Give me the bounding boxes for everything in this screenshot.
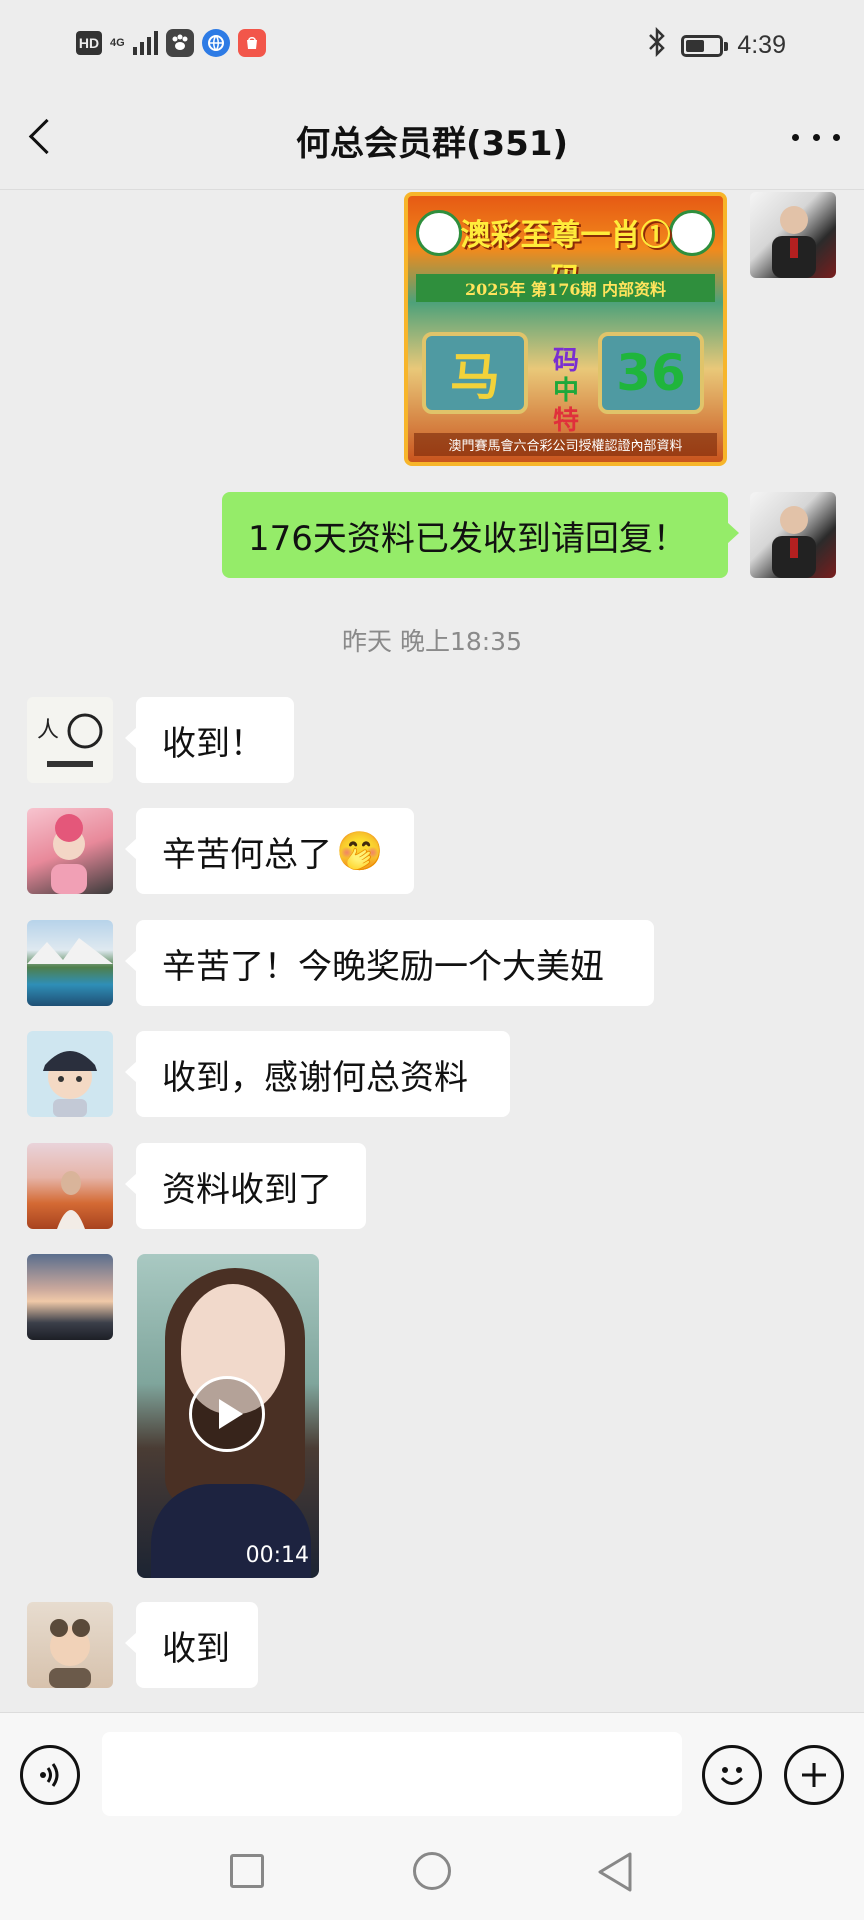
message-text: 收到 xyxy=(162,1628,230,1669)
message-timestamp: 昨天 晚上18:35 xyxy=(342,627,522,656)
system-nav-bar xyxy=(0,1816,864,1920)
avatar-member[interactable] xyxy=(27,808,113,894)
image-middle-char: 特 xyxy=(552,406,579,436)
emoji-icon: 🤭 xyxy=(336,828,384,873)
input-bar xyxy=(0,1712,864,1816)
image-middle-char: 码 xyxy=(552,346,579,376)
message-text: 辛苦何总了 xyxy=(162,834,332,875)
image-right-panel: 36 xyxy=(598,332,704,414)
outgoing-message-bubble[interactable]: 176天资料已发收到请回复！ xyxy=(222,492,739,578)
incoming-message-bubble[interactable]: 辛苦了！今晚奖励一个大美妞 xyxy=(125,920,654,1006)
incoming-message-bubble[interactable]: 辛苦何总了 🤭 xyxy=(125,808,414,894)
video-message[interactable]: 00:14 xyxy=(137,1254,319,1578)
avatar-member[interactable]: 人 xyxy=(27,697,113,783)
more-dots-icon xyxy=(792,133,799,141)
svg-text:人: 人 xyxy=(37,718,59,743)
plus-icon xyxy=(802,1763,826,1787)
image-middle-char: 中 xyxy=(552,376,579,406)
shop-app-icon xyxy=(237,29,266,57)
message-text: 收到！ xyxy=(162,723,264,764)
avatar-member[interactable] xyxy=(27,1143,113,1229)
image-band: 2025年 第176期 内部资料 xyxy=(416,274,715,302)
emoji-button[interactable] xyxy=(702,1745,762,1805)
paw-app-icon xyxy=(165,29,194,57)
image-left-panel: 马 xyxy=(422,332,528,414)
image-middle-text: 码 中 特 xyxy=(548,346,584,436)
avatar-member[interactable] xyxy=(27,920,113,1006)
signal-icon xyxy=(132,31,158,55)
emoji-icon xyxy=(720,1767,744,1785)
home-button[interactable] xyxy=(413,1852,451,1890)
battery-icon xyxy=(681,34,729,57)
more-options-button[interactable] xyxy=(792,122,840,152)
chat-header: 何总会员群(351) xyxy=(0,86,864,190)
avatar-member[interactable] xyxy=(27,1031,113,1117)
status-bar: HD 4G 4:39 xyxy=(0,0,864,86)
video-duration: 00:14 xyxy=(245,1543,309,1568)
bluetooth-icon xyxy=(647,26,667,64)
message-text: 资料收到了 xyxy=(162,1169,332,1210)
status-left: HD 4G xyxy=(76,29,266,57)
message-input[interactable] xyxy=(102,1732,682,1816)
image-footer: 澳門賽馬會六合彩公司授權認證內部資料 xyxy=(414,433,717,456)
nav-back-button[interactable] xyxy=(594,1850,636,1894)
voice-button[interactable] xyxy=(20,1745,80,1805)
incoming-message-bubble[interactable]: 收到 xyxy=(125,1602,258,1688)
chat-title: 何总会员群(351) xyxy=(295,124,569,164)
status-right: 4:39 xyxy=(647,26,786,64)
incoming-message-bubble[interactable]: 收到，感谢何总资料 xyxy=(125,1031,510,1117)
recent-apps-button[interactable] xyxy=(230,1854,264,1888)
avatar-self[interactable] xyxy=(750,492,836,578)
browser-app-icon xyxy=(201,29,230,57)
incoming-message-bubble[interactable]: 收到！ xyxy=(125,697,294,783)
battery-level xyxy=(686,39,705,52)
avatar-member[interactable] xyxy=(27,1254,113,1340)
avatar-self[interactable] xyxy=(750,192,836,278)
message-text: 收到，感谢何总资料 xyxy=(162,1057,468,1098)
clock: 4:39 xyxy=(737,31,786,59)
image-message[interactable]: 澳彩至尊一肖①码 2025年 第176期 内部资料 马 码 中 特 36 澳門賽… xyxy=(404,192,727,466)
plus-button[interactable] xyxy=(784,1745,844,1805)
voice-icon xyxy=(40,1763,59,1787)
hd-badge: HD xyxy=(76,31,102,55)
play-icon[interactable] xyxy=(189,1376,265,1452)
incoming-message-bubble[interactable]: 资料收到了 xyxy=(125,1143,366,1229)
avatar-member[interactable] xyxy=(27,1602,113,1688)
network-type: 4G xyxy=(110,36,125,49)
message-text: 辛苦了！今晚奖励一个大美妞 xyxy=(162,946,604,987)
message-text: 176天资料已发收到请回复！ xyxy=(248,518,687,559)
